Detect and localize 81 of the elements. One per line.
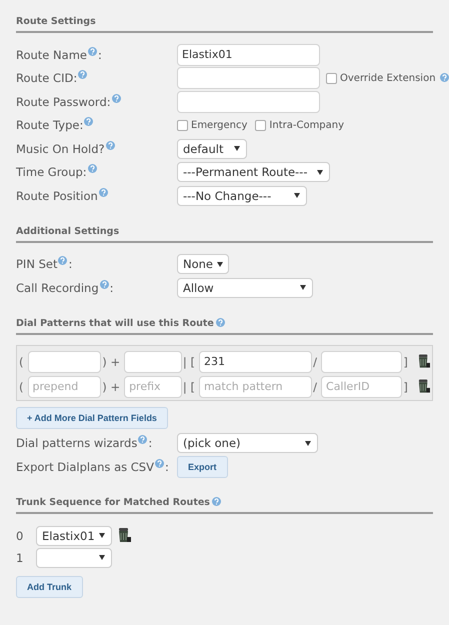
dropdown[interactable] <box>36 548 112 568</box>
separator-text: ] <box>403 380 408 394</box>
checkbox-label: Emergency <box>191 120 248 131</box>
help-icon[interactable] <box>98 188 108 197</box>
field-label: Route Password: <box>16 94 111 110</box>
pattern-field[interactable] <box>124 350 182 372</box>
dropdown[interactable]: None <box>177 254 229 274</box>
help-icon[interactable] <box>78 70 88 80</box>
trunk-index: 0 <box>16 528 24 542</box>
separator-text: ( <box>19 380 24 394</box>
caret-icon <box>294 193 300 198</box>
help-icon[interactable] <box>212 496 221 506</box>
label-colon: : <box>110 280 114 296</box>
trash-icon[interactable] <box>418 379 430 394</box>
checkbox[interactable] <box>326 72 337 84</box>
separator-text: / <box>313 354 318 368</box>
separator-text: ) + <box>102 380 120 394</box>
caret-icon <box>99 555 105 560</box>
caret-icon <box>300 285 306 290</box>
separator-text: ( <box>19 354 24 368</box>
label-colon: : <box>68 256 72 272</box>
field-label: Time Group: <box>16 164 87 180</box>
help-icon[interactable] <box>112 94 121 103</box>
field-label: Dial patterns wizards <box>16 435 138 452</box>
separator-text: ) + <box>102 354 120 368</box>
field-label: Route Position <box>16 188 98 204</box>
dropdown[interactable]: Elastix01 <box>36 526 112 546</box>
separator-text: ] <box>403 354 408 368</box>
separator-text: | [ <box>182 380 195 394</box>
caret-icon <box>234 146 240 152</box>
pattern-field[interactable]: 231 <box>198 350 312 372</box>
section-heading: Additional Settings <box>16 226 120 236</box>
help-icon[interactable] <box>88 164 97 174</box>
trash-icon[interactable] <box>118 528 131 543</box>
checkbox-label: Override Extension <box>340 72 436 84</box>
checkbox[interactable] <box>177 120 188 131</box>
caret-icon <box>99 533 105 538</box>
add-pattern-button[interactable]: + Add More Dial Pattern Fields <box>16 406 168 428</box>
caret-icon <box>217 262 224 267</box>
help-icon[interactable] <box>440 72 449 82</box>
help-icon[interactable] <box>58 256 68 266</box>
help-icon[interactable] <box>154 458 164 468</box>
dropdown[interactable]: ---Permanent Route--- <box>177 162 330 182</box>
help-icon[interactable] <box>138 435 148 444</box>
caret-icon <box>305 440 311 446</box>
add-trunk-button[interactable]: Add Trunk <box>16 576 82 598</box>
label-colon: : <box>148 435 152 452</box>
dropdown[interactable]: default <box>177 138 247 159</box>
field-label: Route Name <box>16 46 87 63</box>
help-icon[interactable] <box>88 46 97 56</box>
section-heading: Route Settings <box>16 16 96 27</box>
field-label: Route Type: <box>16 117 84 134</box>
label-colon: : <box>164 458 169 475</box>
section-heading: Dial Patterns that will use this Route <box>16 318 214 328</box>
checkbox-label: Intra-Company <box>269 120 344 131</box>
field-label: Music On Hold? <box>16 140 105 157</box>
text-field[interactable] <box>177 67 320 90</box>
pattern-field[interactable] <box>28 350 102 372</box>
separator-text: | [ <box>182 354 195 368</box>
pattern-field[interactable] <box>321 350 402 372</box>
trash-icon[interactable] <box>418 354 430 369</box>
field-label: Call Recording <box>16 280 99 296</box>
section-heading: Trunk Sequence for Matched Routes <box>16 496 210 508</box>
text-field[interactable] <box>177 90 320 113</box>
export-button[interactable]: Export <box>177 456 228 478</box>
text-field[interactable]: Elastix01 <box>177 44 320 66</box>
field-label: PIN Set <box>16 256 58 272</box>
separator-text: / <box>313 380 318 394</box>
help-icon[interactable] <box>84 117 94 126</box>
dropdown[interactable]: (pick one) <box>177 433 318 454</box>
field-label: Route CID: <box>16 70 78 86</box>
dropdown[interactable]: Allow <box>177 278 313 298</box>
help-icon[interactable] <box>100 280 109 289</box>
help-icon[interactable] <box>106 140 115 150</box>
trunk-index: 1 <box>16 550 24 564</box>
dropdown[interactable]: ---No Change--- <box>177 186 307 206</box>
caret-icon <box>317 170 323 175</box>
field-label: Export Dialplans as CSV <box>16 458 154 475</box>
label-colon: : <box>98 46 102 63</box>
help-icon[interactable] <box>216 318 225 326</box>
checkbox[interactable] <box>255 120 266 131</box>
